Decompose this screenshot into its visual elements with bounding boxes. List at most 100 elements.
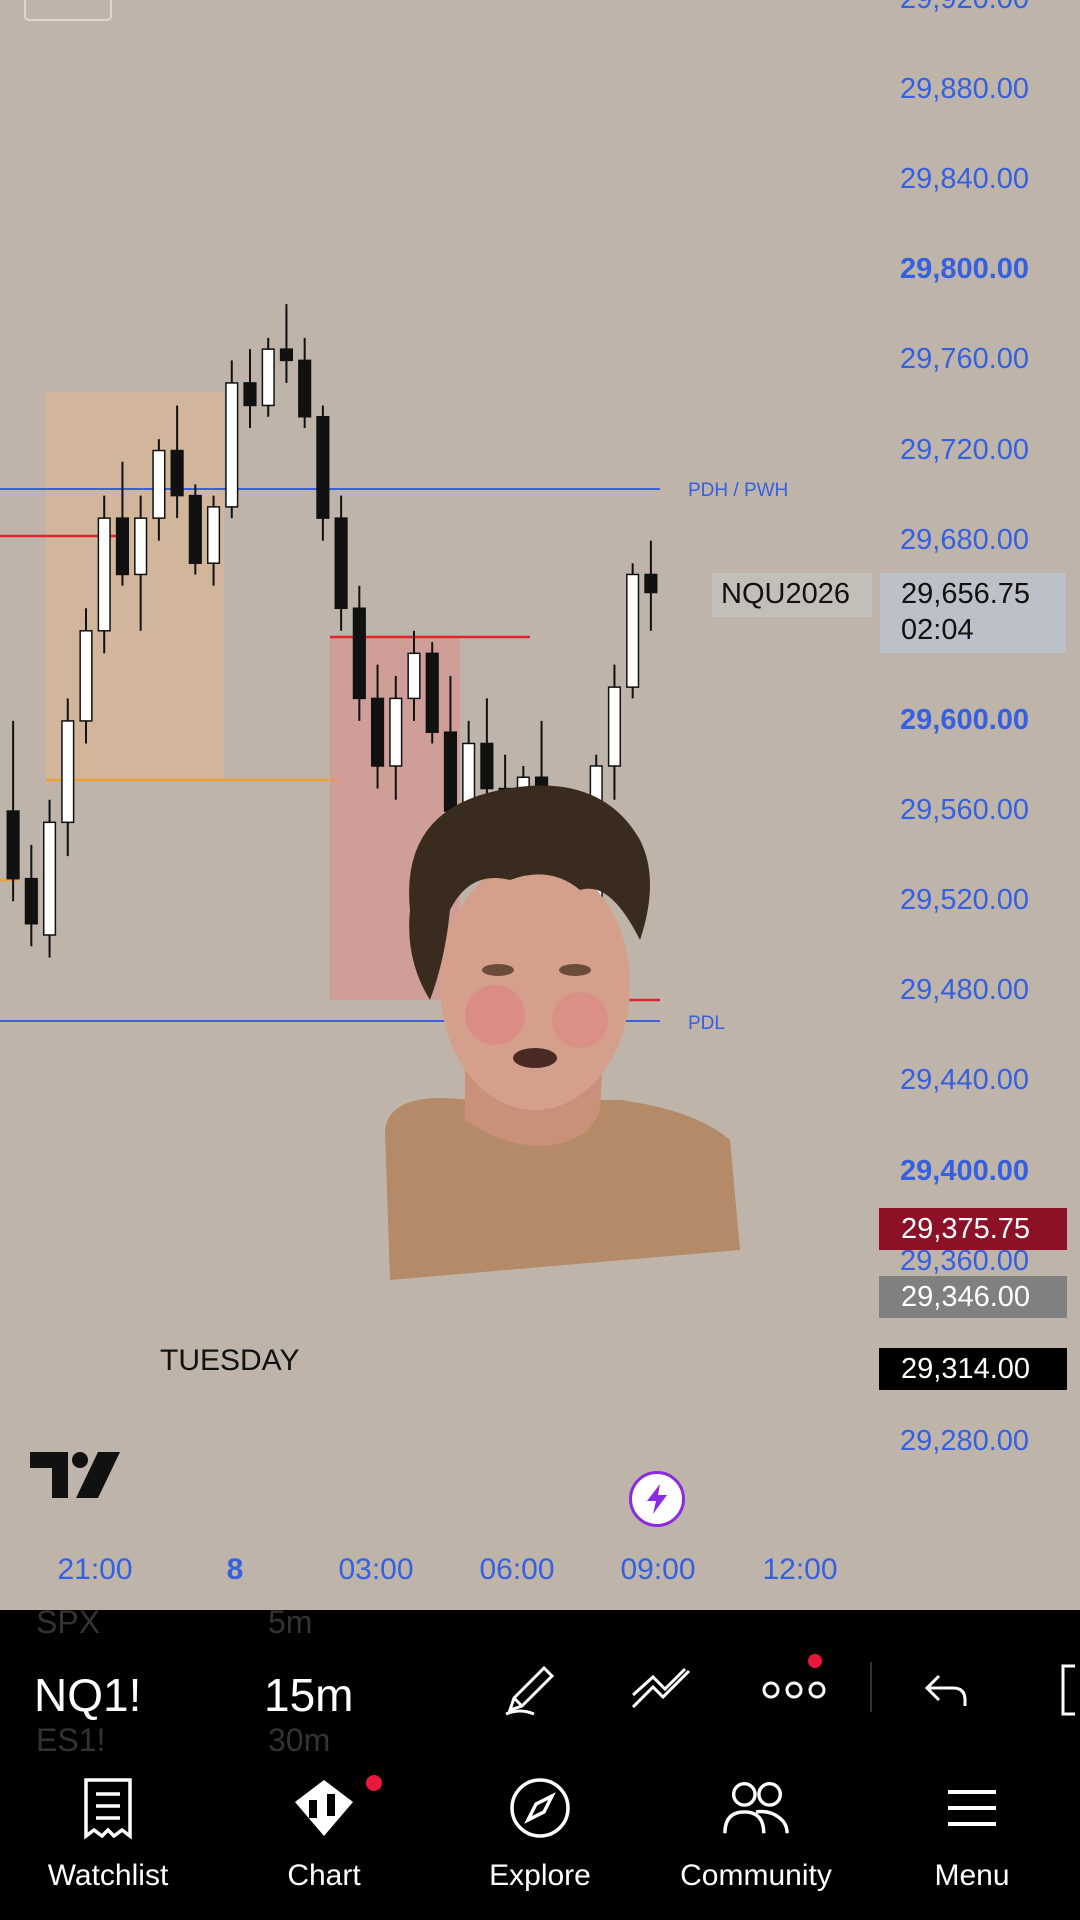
price-tick-label: 29,400.00 — [900, 1154, 1030, 1187]
candle-body — [644, 573, 658, 594]
bottom-navigation: Watchlist Chart Explore Community Menu — [0, 1755, 1080, 1920]
time-tick-label: 03:00 — [338, 1553, 414, 1586]
price-badge-value: 29,314.00 — [901, 1353, 1031, 1385]
candle — [425, 642, 439, 744]
price-tick-label: 29,760.00 — [900, 343, 1030, 376]
candle-body — [79, 630, 93, 722]
candle — [626, 563, 640, 699]
nav-label-community: Community — [680, 1859, 832, 1892]
price-badge-value: 29,375.75 — [901, 1213, 1031, 1245]
interval-selector[interactable]: 15m — [264, 1668, 353, 1722]
more-options-icon[interactable] — [754, 1650, 834, 1730]
time-tick-label: 09:00 — [620, 1553, 696, 1586]
candle-body — [607, 686, 622, 767]
chart-toolbar: SPX 5m NQ1! 15m ES1! 30m — [0, 1610, 1080, 1755]
nav-community[interactable]: Community — [648, 1755, 864, 1920]
candle — [188, 484, 202, 575]
price-tick-label: 29,600.00 — [900, 703, 1030, 736]
time-tick-label: 21:00 — [57, 1553, 133, 1586]
watchlist-icon — [73, 1773, 143, 1843]
ghost-symbol-below: ES1! — [36, 1722, 106, 1755]
candle-body — [170, 449, 184, 497]
candle — [42, 799, 57, 958]
symbol-tag: NQU2026 — [721, 578, 850, 610]
candle-body — [24, 877, 38, 925]
chart-notification-dot — [366, 1775, 382, 1791]
symbol-selector[interactable]: NQ1! — [34, 1668, 141, 1722]
pen-icon[interactable] — [490, 1650, 570, 1730]
candle — [97, 495, 111, 654]
lightning-icon[interactable] — [629, 1471, 685, 1527]
candle-body — [279, 348, 294, 362]
price-tick-label: 29,680.00 — [900, 523, 1030, 556]
candle-body — [425, 652, 439, 733]
nav-label-chart: Chart — [287, 1859, 361, 1892]
price-tick-label: 29,800.00 — [900, 253, 1030, 286]
price-badge: 29,346.00 — [879, 1276, 1067, 1318]
pdh-pwh-label: PDH / PWH — [688, 480, 789, 501]
presenter-image — [385, 785, 740, 1280]
candle-body — [206, 506, 221, 564]
candle-body — [298, 359, 312, 418]
chart-icon — [289, 1773, 359, 1843]
price-tick-label: 29,880.00 — [900, 73, 1030, 105]
candle-body — [261, 348, 275, 407]
price-tick-label: 29,520.00 — [900, 884, 1030, 917]
price-tick-label: 29,560.00 — [900, 794, 1030, 827]
nav-explore[interactable]: Explore — [432, 1755, 648, 1920]
nav-watchlist[interactable]: Watchlist — [0, 1755, 216, 1920]
candle-body — [152, 449, 166, 519]
candle-body — [407, 652, 421, 700]
toolbar-divider — [870, 1662, 872, 1712]
current-price: 29,656.75 — [901, 578, 1031, 610]
price-tick-label: 29,440.00 — [900, 1064, 1030, 1097]
fullscreen-icon[interactable] — [1035, 1650, 1080, 1730]
price-badge-value: 29,346.00 — [901, 1281, 1031, 1313]
trend-tools-icon[interactable] — [622, 1650, 702, 1730]
price-badge: 29,375.75 — [879, 1208, 1067, 1250]
webcam-overlay — [350, 770, 740, 1280]
candle-body — [243, 382, 257, 407]
candle-body — [626, 573, 640, 688]
candle-body — [42, 821, 57, 936]
countdown: 02:04 — [901, 614, 974, 646]
day-label: TUESDAY — [160, 1344, 300, 1377]
time-tick-label: 06:00 — [479, 1553, 555, 1586]
candle-body — [352, 607, 366, 700]
candle-body — [134, 517, 148, 576]
nav-label-explore: Explore — [489, 1859, 591, 1892]
ghost-symbol-above: SPX — [36, 1610, 101, 1640]
price-tick-label: 29,720.00 — [900, 433, 1030, 466]
price-tick-label: 29,920.00 — [900, 0, 1029, 16]
candle — [225, 360, 239, 519]
candle — [261, 337, 275, 417]
candle-body — [6, 810, 20, 880]
candle-body — [97, 517, 111, 632]
candle-body — [334, 517, 348, 610]
tradingview-logo — [28, 1448, 123, 1507]
community-icon — [721, 1773, 791, 1843]
time-tick-label: 12:00 — [762, 1553, 838, 1586]
ghost-interval-above: 5m — [268, 1610, 313, 1640]
menu-icon — [937, 1773, 1007, 1843]
nav-menu[interactable]: Menu — [864, 1755, 1080, 1920]
price-tick-label: 29,840.00 — [900, 163, 1030, 196]
compass-icon — [505, 1773, 575, 1843]
nav-label-watchlist: Watchlist — [47, 1859, 169, 1892]
candle-body — [316, 415, 330, 519]
candle-body — [225, 382, 239, 508]
price-tick-label: 29,480.00 — [900, 974, 1030, 1007]
undo-icon[interactable] — [906, 1650, 986, 1730]
price-badge: 29,314.00 — [879, 1348, 1067, 1390]
candle-body — [188, 494, 202, 564]
price-tick-label: 29,280.00 — [900, 1425, 1030, 1457]
candle-body — [389, 697, 403, 767]
nav-chart[interactable]: Chart — [216, 1755, 432, 1920]
ghost-interval-below: 30m — [268, 1722, 331, 1755]
candle-body — [115, 517, 130, 576]
notification-dot — [808, 1654, 822, 1668]
candle-body — [61, 720, 75, 824]
nav-label-menu: Menu — [934, 1859, 1010, 1892]
time-tick-label: 8 — [226, 1553, 244, 1586]
candle-body — [370, 697, 385, 767]
